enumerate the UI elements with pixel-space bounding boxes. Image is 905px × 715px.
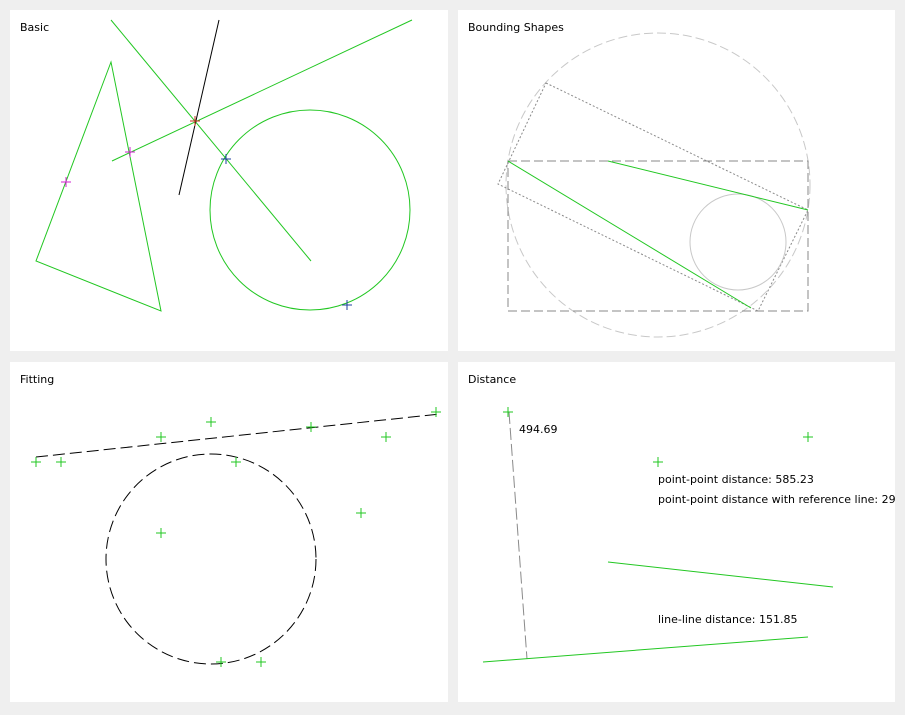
distance-canvas: 494.69 point-point distance: 585.23 poin… [482,407,895,663]
fitted-line [35,413,441,458]
triangle [35,60,162,312]
line-black [178,19,220,196]
inner-circle [689,193,787,291]
sample-point [156,432,166,442]
intersection-marker-magenta-2 [125,147,135,157]
sample-point [431,407,441,417]
green-line-lower [482,636,809,663]
sample-point [206,417,216,427]
distance-point-3 [653,457,663,467]
point-point-ref-distance-label: point-point distance with reference line… [658,493,895,506]
panel-distance: Distance 494.69 point-point distance: 58… [458,362,895,702]
intersection-marker-magenta-1 [61,177,71,187]
bounding-circle [505,32,811,338]
sample-point [356,508,366,518]
fitted-circle [105,453,317,665]
panel-bounding-shapes: Bounding Shapes [458,10,895,351]
green-shape [607,160,809,211]
line-long [111,19,413,162]
fitting-canvas [31,407,441,667]
line-line-distance-label: line-line distance: 151.85 [658,613,797,626]
point-point-distance-label: point-point distance: 585.23 [658,473,814,486]
panel-basic: Basic [10,10,448,351]
segment-length-label: 494.69 [519,423,558,436]
sample-point [156,528,166,538]
panel-fitting: Fitting [10,362,448,702]
bounding-canvas [497,32,811,338]
sample-point [306,422,316,432]
sample-point [231,457,241,467]
sample-point [216,657,226,667]
sample-point [31,457,41,467]
distance-point-2 [803,432,813,442]
circle [209,109,411,311]
sample-point [381,432,391,442]
distance-point-1 [503,407,513,417]
green-line-upper [607,561,834,588]
oriented-bounding-box [497,82,809,312]
basic-canvas [35,19,413,312]
sample-point [256,657,266,667]
reference-dashed-line [508,411,528,660]
sample-points [31,407,441,667]
bounding-rectangle [507,160,809,312]
sample-point [56,457,66,467]
